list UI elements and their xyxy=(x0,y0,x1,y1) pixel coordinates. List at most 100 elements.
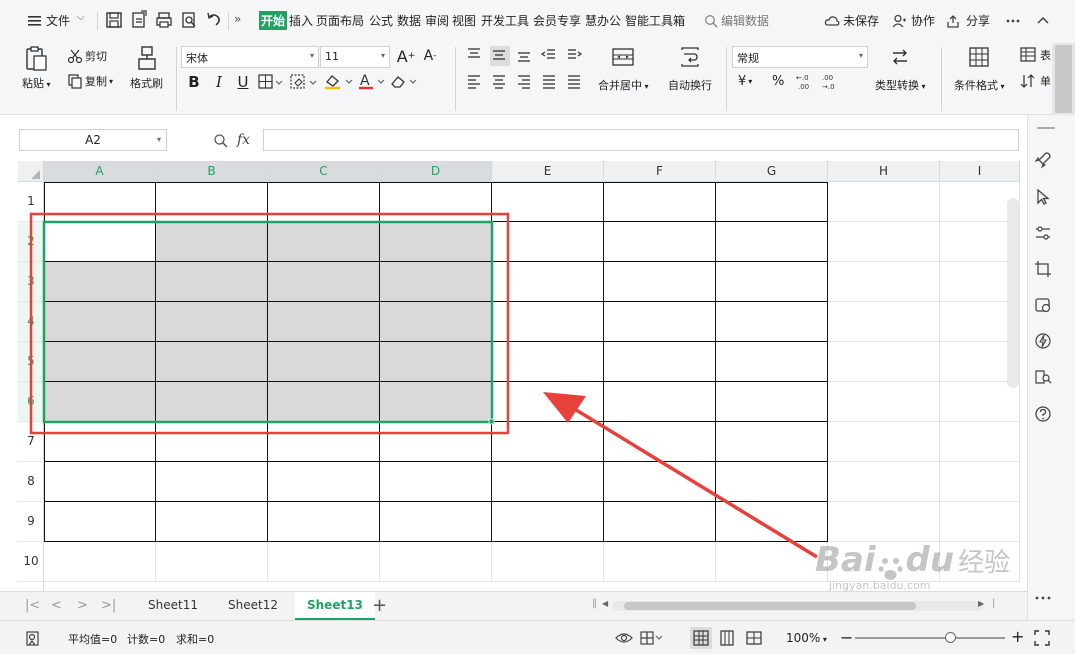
cell-b3[interactable] xyxy=(156,262,268,302)
chevron-down-icon[interactable]: ⌵ xyxy=(77,12,85,23)
wrap-text-button[interactable]: 自动换行 xyxy=(668,45,712,93)
cell-f2[interactable] xyxy=(604,222,716,262)
row-header[interactable]: 4 xyxy=(18,302,44,342)
spreadsheet-grid[interactable]: ABCDEFGHI 1 2 3 4 5 6 7 8 9 10 xyxy=(0,161,1020,591)
cell-f5[interactable] xyxy=(604,342,716,382)
cell-d7[interactable] xyxy=(380,422,492,462)
row-header[interactable]: 8 xyxy=(18,462,44,502)
sliders-icon[interactable] xyxy=(1033,223,1053,243)
column-header[interactable]: F xyxy=(604,161,716,182)
collaborate-button[interactable]: 协作 xyxy=(911,12,935,29)
cell-d8[interactable] xyxy=(380,462,492,502)
freeze-panes-icon[interactable] xyxy=(639,630,663,646)
cell-a3[interactable] xyxy=(44,262,156,302)
book-search-icon[interactable] xyxy=(1033,367,1053,387)
cell-a6[interactable] xyxy=(44,382,156,422)
cell-e2[interactable] xyxy=(492,222,604,262)
cell-f7[interactable] xyxy=(604,422,716,462)
cell-b6[interactable] xyxy=(156,382,268,422)
menu-tab[interactable]: 插入 xyxy=(289,12,313,29)
search-icon[interactable] xyxy=(704,14,718,28)
prev-sheet-icon[interactable]: < xyxy=(51,598,62,613)
page-layout-view-icon[interactable] xyxy=(717,628,737,648)
cell-e4[interactable] xyxy=(492,302,604,342)
row-header[interactable]: 9 xyxy=(18,502,44,542)
sheet-tab[interactable]: Sheet13 xyxy=(295,592,375,620)
row-header[interactable]: 7 xyxy=(18,422,44,462)
cell-c6[interactable] xyxy=(268,382,380,422)
scroll-left-icon[interactable]: ◀ xyxy=(602,599,608,608)
column-header[interactable]: H xyxy=(828,161,940,182)
cell-h4[interactable] xyxy=(828,302,940,342)
export-pdf-icon[interactable] xyxy=(129,10,149,30)
last-sheet-icon[interactable]: >| xyxy=(101,598,116,613)
cell-h9[interactable] xyxy=(828,502,940,542)
print-icon[interactable] xyxy=(154,10,174,30)
image-tool-icon[interactable] xyxy=(1033,295,1053,315)
split-handle-icon[interactable]: | xyxy=(992,598,995,609)
fill-color-icon[interactable] xyxy=(323,72,355,90)
cell-g8[interactable] xyxy=(716,462,828,502)
cell-c8[interactable] xyxy=(268,462,380,502)
row-header[interactable]: 3 xyxy=(18,262,44,302)
collapse-ribbon-icon[interactable] xyxy=(1035,13,1051,29)
zoom-search-icon[interactable] xyxy=(213,133,229,149)
zoom-slider-knob[interactable] xyxy=(945,632,956,643)
cell-b5[interactable] xyxy=(156,342,268,382)
cell-e7[interactable] xyxy=(492,422,604,462)
first-sheet-icon[interactable]: |< xyxy=(25,598,40,613)
tab-splitter-icon[interactable]: ‖ xyxy=(592,598,597,609)
cell-b8[interactable] xyxy=(156,462,268,502)
cursor-select-icon[interactable] xyxy=(1033,187,1053,207)
menu-tab[interactable]: 智能工具箱 xyxy=(625,12,685,29)
row-header[interactable]: 2 xyxy=(18,222,44,262)
share-button[interactable]: 分享 xyxy=(966,12,990,29)
align-middle-icon[interactable] xyxy=(490,46,510,66)
cell-f3[interactable] xyxy=(604,262,716,302)
cell-h7[interactable] xyxy=(828,422,940,462)
cell-b1[interactable] xyxy=(156,182,268,222)
page-break-view-icon[interactable] xyxy=(744,628,764,648)
increase-decimal-icon[interactable]: ←.0.00 xyxy=(795,72,817,92)
cell-c5[interactable] xyxy=(268,342,380,382)
cell-a8[interactable] xyxy=(44,462,156,502)
cell-a4[interactable] xyxy=(44,302,156,342)
cell-e10[interactable] xyxy=(492,542,604,582)
zoom-level[interactable]: 100% ▾ xyxy=(786,631,827,645)
increase-font-icon[interactable]: A + xyxy=(396,46,416,66)
crop-icon[interactable] xyxy=(1033,259,1053,279)
cell-a2[interactable] xyxy=(44,222,156,262)
align-bottom-icon[interactable] xyxy=(515,46,535,66)
copy-button[interactable]: 复制 ▾ xyxy=(67,73,113,89)
cell-g2[interactable] xyxy=(716,222,828,262)
menu-tab[interactable]: 开始 xyxy=(259,11,288,30)
cell-h3[interactable] xyxy=(828,262,940,302)
align-top-icon[interactable] xyxy=(465,46,485,66)
lightning-icon[interactable] xyxy=(1033,331,1053,351)
cell-f9[interactable] xyxy=(604,502,716,542)
cell-d6[interactable] xyxy=(380,382,492,422)
merge-center-button[interactable]: 合并居中 ▾ xyxy=(598,45,649,93)
cell-c9[interactable] xyxy=(268,502,380,542)
table-style-button[interactable]: 表 xyxy=(1020,47,1051,63)
cell-e3[interactable] xyxy=(492,262,604,302)
cut-button[interactable]: 剪切 xyxy=(67,48,107,64)
decrease-indent-icon[interactable] xyxy=(540,46,560,66)
menu-tab[interactable]: 慧办公 xyxy=(585,12,621,29)
row-header[interactable]: 10 xyxy=(18,542,44,582)
more-side-icon[interactable] xyxy=(1033,588,1053,608)
cell-g5[interactable] xyxy=(716,342,828,382)
cell-d9[interactable] xyxy=(380,502,492,542)
cell-e1[interactable] xyxy=(492,182,604,222)
cell-d1[interactable] xyxy=(380,182,492,222)
align-left-icon[interactable] xyxy=(465,72,485,92)
cell-a1[interactable] xyxy=(44,182,156,222)
cell-d10[interactable] xyxy=(380,542,492,582)
cell-g4[interactable] xyxy=(716,302,828,342)
cell-h6[interactable] xyxy=(828,382,940,422)
underline-button[interactable]: U xyxy=(233,72,253,92)
cell-f4[interactable] xyxy=(604,302,716,342)
number-format-select[interactable]: 常规 ▾ xyxy=(732,46,868,68)
ribbon-scrollbar[interactable] xyxy=(1052,43,1075,115)
column-header[interactable]: C xyxy=(268,161,380,182)
